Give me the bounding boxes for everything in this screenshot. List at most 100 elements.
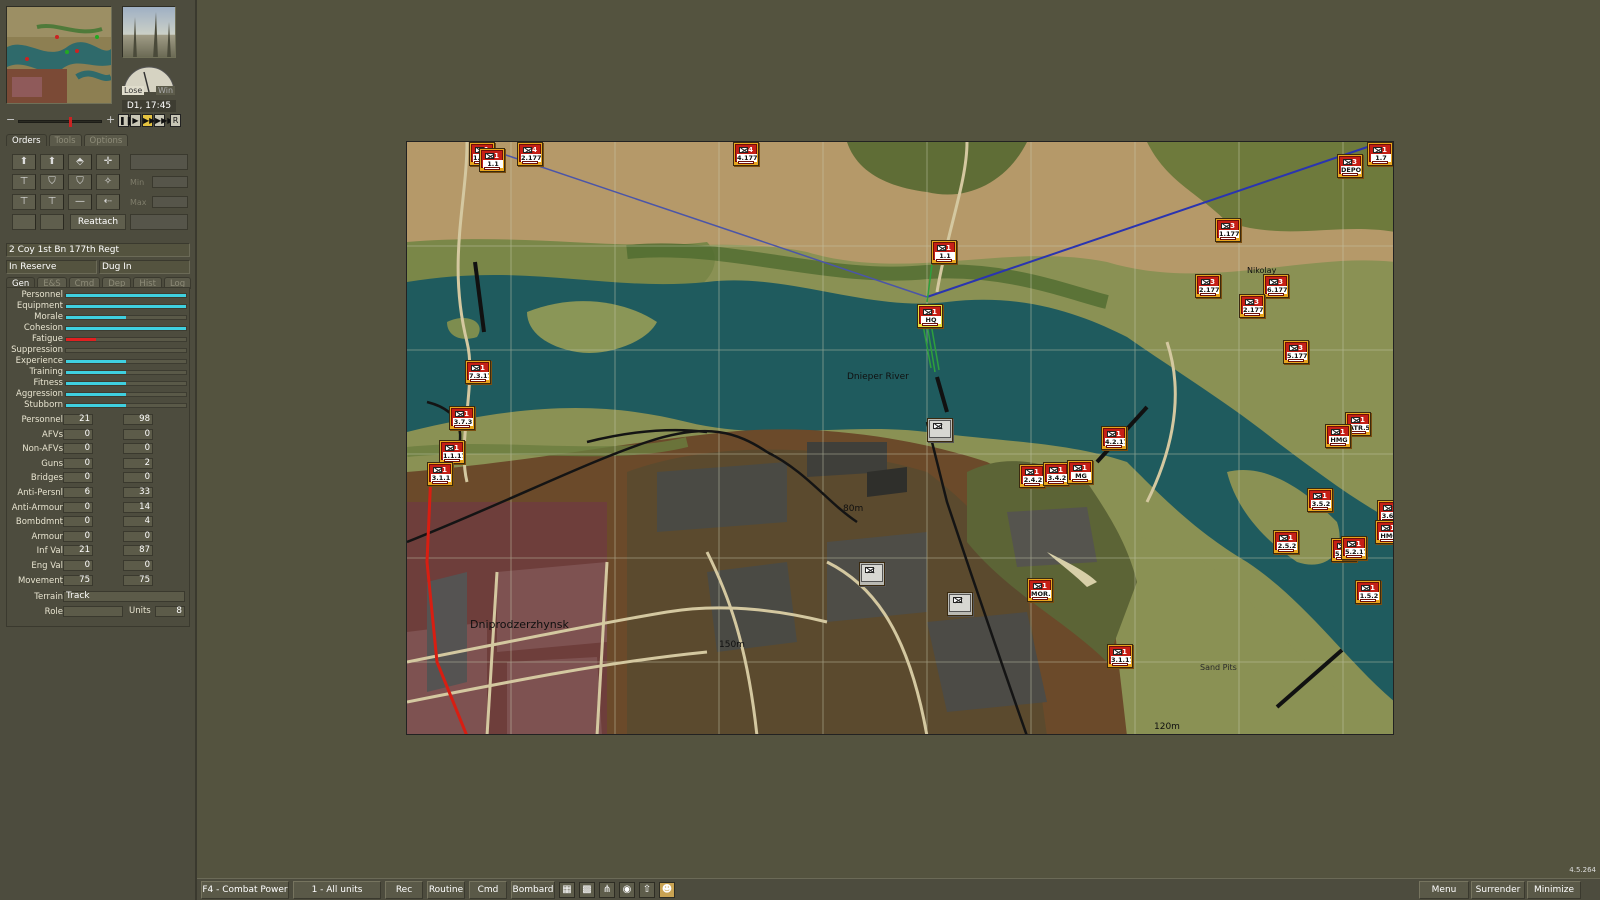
- unit-counter[interactable]: 1 1.5.2: [1355, 580, 1381, 604]
- tactical-map[interactable]: Dnieper River Dniprodzerzhynsk Nikolay S…: [406, 141, 1394, 735]
- unit-counter[interactable]: 4 4.177: [733, 142, 759, 166]
- unit-counter[interactable]: 3 2.177: [1239, 294, 1265, 318]
- unit-counter[interactable]: 3 1.177: [1215, 218, 1241, 242]
- pause-button[interactable]: ❚❚: [118, 114, 132, 127]
- replay-button[interactable]: R: [170, 114, 181, 127]
- counter-face: 1MOR.3: [1029, 580, 1051, 598]
- unit-counter[interactable]: 1HMG: [1325, 424, 1351, 448]
- counter-size: 1: [946, 244, 951, 252]
- stat-bar-fill: [66, 360, 126, 363]
- unit-counter[interactable]: 1 3.4.2: [1043, 462, 1069, 486]
- unit-counter[interactable]: 1 2.4.2: [1019, 464, 1045, 488]
- stat-bar-track: [65, 337, 187, 342]
- unit-counter[interactable]: 1 MG: [1067, 460, 1093, 484]
- infantry-symbol-icon: [937, 245, 946, 251]
- order-withdraw-icon[interactable]: —: [68, 194, 92, 210]
- unit-counter[interactable]: 1 3.5.2: [1307, 488, 1333, 512]
- unit-counter[interactable]: 3 5.177: [1283, 340, 1309, 364]
- cmd-button[interactable]: Cmd: [469, 881, 507, 899]
- unit-counter[interactable]: 1MOR.3: [1027, 578, 1053, 602]
- counter-face: 1HMG: [1327, 426, 1349, 444]
- stat-max: 0: [123, 560, 153, 571]
- grid-icon[interactable]: ▦: [559, 882, 575, 898]
- counter-size: 1: [1042, 582, 1047, 590]
- infantry-symbol-icon: [455, 411, 464, 417]
- bottom-toolbar: F4 - Combat Power 1 - All units Rec Rout…: [197, 878, 1600, 900]
- routine-button[interactable]: Routine: [427, 881, 465, 899]
- los-icon[interactable]: ⋔: [599, 882, 615, 898]
- max-field: [152, 196, 188, 208]
- stat-max: 75: [123, 574, 153, 586]
- counter-strength-strip: [1312, 507, 1328, 510]
- speed-slider[interactable]: [18, 117, 102, 127]
- tab-tools[interactable]: Tools: [48, 134, 82, 146]
- rec-button[interactable]: Rec: [385, 881, 423, 899]
- unit-counter[interactable]: 1 HQ: [917, 304, 943, 328]
- unit-counter[interactable]: 1 3.1.1: [427, 462, 453, 486]
- order-blank-1[interactable]: [12, 214, 36, 230]
- infantry-symbol-icon: [445, 445, 454, 451]
- menu-button[interactable]: Menu: [1419, 881, 1469, 899]
- tab-options[interactable]: Options: [83, 134, 129, 146]
- minus-icon[interactable]: −: [6, 114, 15, 126]
- unit-counter[interactable]: 14.2.177: [1101, 426, 1127, 450]
- speed-slider-knob[interactable]: [69, 117, 73, 127]
- order-probe-icon[interactable]: ✧: [96, 174, 120, 190]
- unit-counter[interactable]: 13.1.177: [1107, 644, 1133, 668]
- neutral-counter[interactable]: [947, 592, 973, 616]
- order-delay-icon[interactable]: ⛉: [68, 174, 92, 190]
- unit-counter[interactable]: 1 1.1: [479, 148, 505, 172]
- play-button[interactable]: ▶: [130, 114, 141, 127]
- neutral-counter[interactable]: [927, 418, 953, 442]
- unit-counter[interactable]: 1 3.7.3: [449, 406, 475, 430]
- unit-counter[interactable]: 1 1.1: [931, 240, 957, 264]
- neutral-counter[interactable]: [859, 562, 885, 586]
- reinforcement-icon[interactable]: ⇧: [639, 882, 655, 898]
- infantry-symbol-icon: [433, 467, 442, 473]
- terrain-icon[interactable]: ▩: [579, 882, 595, 898]
- unit-counter[interactable]: 3 6.177: [1263, 274, 1289, 298]
- combat-power-button[interactable]: F4 - Combat Power: [201, 881, 289, 899]
- unit-counter[interactable]: 3 2.177: [1195, 274, 1221, 298]
- fastest-button[interactable]: ▶▶▶: [154, 114, 173, 127]
- tab-orders[interactable]: Orders: [6, 134, 47, 146]
- unit-counter[interactable]: 4 2.177: [517, 142, 543, 166]
- counter-face: 3 2.177: [1197, 276, 1219, 294]
- minimize-button[interactable]: Minimize: [1527, 881, 1581, 899]
- order-dig-icon[interactable]: ⊤: [12, 194, 36, 210]
- order-blank-2[interactable]: [40, 214, 64, 230]
- stat-bar-row: Fitness: [7, 378, 191, 389]
- order-attack-icon[interactable]: ⬘: [68, 154, 92, 170]
- all-units-button[interactable]: 1 - All units: [293, 881, 381, 899]
- unit-counter[interactable]: 17.3.177: [465, 360, 491, 384]
- order-advance-icon[interactable]: ⬆: [40, 154, 64, 170]
- minimap[interactable]: [6, 6, 112, 104]
- fast-button[interactable]: ▶▶: [142, 114, 155, 127]
- orders-tabs: Orders Tools Options: [6, 134, 129, 146]
- order-entrench-icon[interactable]: ⊤: [40, 194, 64, 210]
- unit-counter[interactable]: 1 2.5.2: [1273, 530, 1299, 554]
- counter-face: [929, 420, 951, 438]
- objective-icon[interactable]: ◉: [619, 882, 635, 898]
- reattach-button[interactable]: Reattach: [70, 214, 126, 230]
- unit-counter[interactable]: 1 1.7: [1367, 142, 1393, 166]
- unit-counter[interactable]: 3DEPOT: [1337, 154, 1363, 178]
- order-defend-icon[interactable]: ⊤: [12, 174, 36, 190]
- surrender-button[interactable]: Surrender: [1471, 881, 1525, 899]
- counter-strength-strip: [922, 323, 938, 326]
- portrait-icon[interactable]: ☻: [659, 882, 675, 898]
- infantry-symbol-icon: [1025, 469, 1034, 475]
- stat-max: 0: [123, 530, 153, 542]
- unit-counter[interactable]: 15.2.177: [1341, 536, 1367, 560]
- plus-icon[interactable]: +: [106, 114, 115, 126]
- stat-label: Personnel: [21, 415, 63, 425]
- unit-counter[interactable]: 1HMG: [1375, 520, 1393, 544]
- order-hold-icon[interactable]: ⛉: [40, 174, 64, 190]
- counter-size: 1: [1058, 466, 1063, 474]
- unit-counter[interactable]: 11.1.177: [439, 440, 465, 464]
- order-split-icon[interactable]: ⇠: [96, 194, 120, 210]
- bombard-button[interactable]: Bombard: [511, 881, 555, 899]
- order-move-icon[interactable]: ⬆: [12, 154, 36, 170]
- stat-current: 0: [63, 472, 93, 484]
- order-target-icon[interactable]: ✛: [96, 154, 120, 170]
